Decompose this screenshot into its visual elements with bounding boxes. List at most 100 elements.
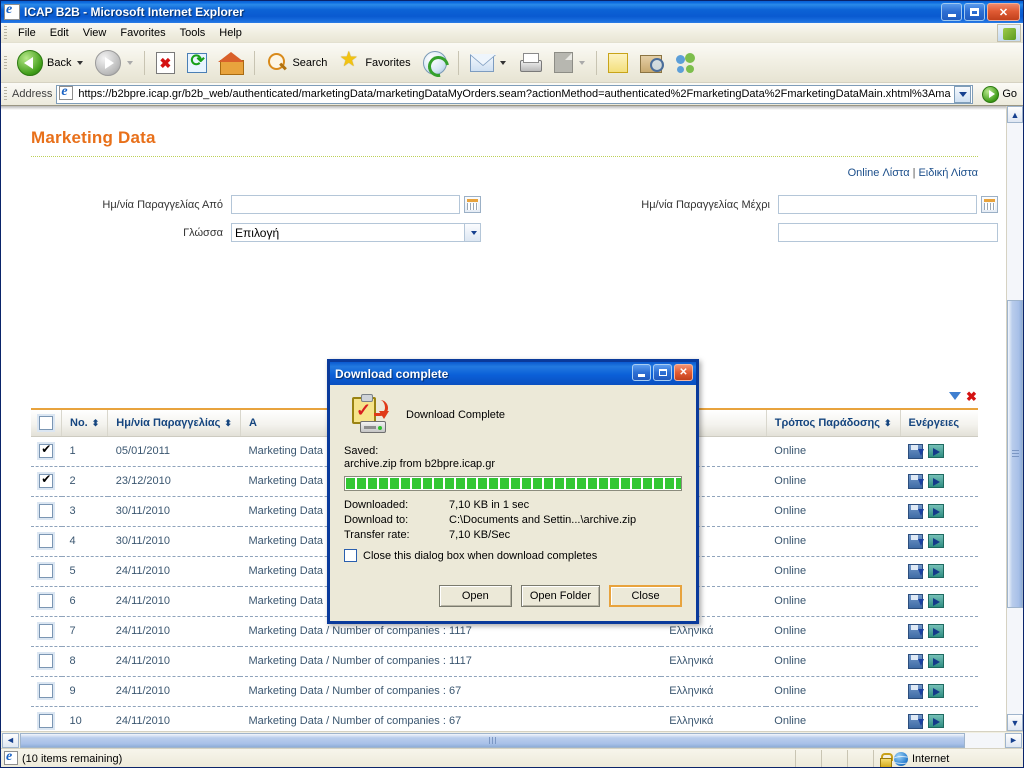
save-icon[interactable] bbox=[908, 653, 924, 669]
row-checkbox[interactable] bbox=[39, 624, 54, 638]
toolbar-grip[interactable] bbox=[4, 55, 7, 70]
row-checkbox[interactable] bbox=[39, 472, 54, 488]
header-no[interactable]: No. ⬍ bbox=[61, 410, 109, 437]
open-button[interactable]: Open bbox=[438, 585, 512, 607]
address-input-wrapper[interactable] bbox=[56, 84, 974, 104]
save-icon[interactable] bbox=[908, 533, 924, 549]
vertical-scroll-thumb[interactable] bbox=[1007, 300, 1023, 608]
research-button[interactable] bbox=[634, 47, 669, 79]
export-icon[interactable] bbox=[928, 444, 944, 458]
row-checkbox[interactable] bbox=[39, 534, 54, 548]
print-button[interactable] bbox=[512, 47, 548, 79]
row-checkbox[interactable] bbox=[39, 714, 54, 728]
menu-item-view[interactable]: View bbox=[76, 25, 114, 41]
scroll-up-button[interactable]: ▲ bbox=[1007, 106, 1023, 123]
scroll-down-button[interactable]: ▼ bbox=[1007, 714, 1023, 731]
save-icon[interactable] bbox=[908, 563, 924, 579]
filter-icon[interactable] bbox=[949, 391, 962, 404]
row-select-cell[interactable] bbox=[31, 556, 62, 587]
export-icon[interactable] bbox=[928, 504, 944, 518]
favorites-button[interactable]: Favorites bbox=[333, 47, 416, 79]
sort-icon-date[interactable]: ⬍ bbox=[224, 418, 232, 428]
row-checkbox[interactable] bbox=[39, 654, 54, 668]
export-icon[interactable] bbox=[928, 714, 944, 728]
row-checkbox[interactable] bbox=[39, 504, 54, 518]
row-checkbox[interactable] bbox=[39, 684, 54, 698]
menu-item-file[interactable]: File bbox=[11, 25, 43, 41]
save-icon[interactable] bbox=[908, 473, 924, 489]
menu-grip[interactable] bbox=[4, 25, 7, 40]
back-dropdown-icon[interactable] bbox=[77, 60, 84, 65]
save-icon[interactable] bbox=[908, 503, 924, 519]
maximize-button[interactable] bbox=[964, 3, 985, 21]
vertical-scroll-track[interactable] bbox=[1007, 123, 1023, 714]
stop-button[interactable] bbox=[150, 47, 181, 79]
export-icon[interactable] bbox=[928, 684, 944, 698]
horizontal-scroll-track[interactable] bbox=[20, 732, 1004, 748]
dialog-minimize-button[interactable] bbox=[632, 364, 651, 381]
save-icon[interactable] bbox=[908, 593, 924, 609]
export-icon[interactable] bbox=[928, 594, 944, 608]
mail-dropdown-icon[interactable] bbox=[499, 60, 506, 65]
open-folder-button[interactable]: Open Folder bbox=[520, 585, 600, 607]
address-dropdown-button[interactable] bbox=[954, 85, 972, 103]
row-select-cell[interactable] bbox=[31, 676, 62, 707]
vertical-scrollbar[interactable]: ▲ ▼ bbox=[1006, 106, 1023, 731]
export-icon[interactable] bbox=[928, 624, 944, 638]
mail-button[interactable] bbox=[464, 47, 512, 79]
export-icon[interactable] bbox=[928, 474, 944, 488]
language-select-arrow-icon[interactable] bbox=[464, 224, 480, 241]
row-select-cell[interactable] bbox=[31, 586, 62, 617]
forward-dropdown-icon[interactable] bbox=[127, 60, 134, 65]
save-icon[interactable] bbox=[908, 443, 924, 459]
row-select-cell[interactable] bbox=[31, 706, 62, 731]
row-select-cell[interactable] bbox=[31, 466, 62, 497]
close-window-button[interactable]: ✕ bbox=[987, 3, 1020, 21]
horizontal-scrollbar[interactable]: ◄ ► bbox=[1, 731, 1023, 748]
security-zone[interactable]: Internet bbox=[873, 749, 1023, 767]
edit-dropdown-icon[interactable] bbox=[578, 60, 585, 65]
extra-input[interactable] bbox=[778, 223, 998, 242]
dialog-close-button[interactable]: ✕ bbox=[674, 364, 693, 381]
menu-item-tools[interactable]: Tools bbox=[173, 25, 213, 41]
row-checkbox[interactable] bbox=[39, 594, 54, 608]
save-icon[interactable] bbox=[908, 683, 924, 699]
online-list-link[interactable]: Online Λίστα bbox=[848, 167, 910, 179]
row-select-cell[interactable] bbox=[31, 616, 62, 647]
address-input[interactable] bbox=[76, 87, 955, 101]
messenger-button[interactable] bbox=[669, 47, 705, 79]
export-icon[interactable] bbox=[928, 564, 944, 578]
go-button[interactable]: Go bbox=[978, 85, 1021, 104]
search-button[interactable]: Search bbox=[260, 47, 333, 79]
back-button[interactable]: Back bbox=[11, 47, 89, 79]
select-all-checkbox[interactable] bbox=[39, 415, 53, 430]
close-when-done-checkbox[interactable] bbox=[344, 549, 357, 562]
horizontal-scroll-thumb[interactable] bbox=[20, 732, 965, 748]
date-to-input[interactable] bbox=[778, 195, 977, 214]
clear-filter-icon[interactable]: ✖ bbox=[965, 390, 978, 404]
scroll-right-button[interactable]: ► bbox=[1005, 732, 1022, 748]
export-icon[interactable] bbox=[928, 654, 944, 668]
discuss-button[interactable] bbox=[602, 47, 634, 79]
row-select-cell[interactable] bbox=[31, 526, 62, 557]
forward-button[interactable] bbox=[89, 47, 139, 79]
menu-item-favorites[interactable]: Favorites bbox=[113, 25, 172, 41]
menu-item-help[interactable]: Help bbox=[212, 25, 249, 41]
calendar-icon-to[interactable] bbox=[981, 196, 998, 213]
menu-item-edit[interactable]: Edit bbox=[43, 25, 76, 41]
header-delivery-mode[interactable]: Τρόπος Παράδοσης ⬍ bbox=[766, 410, 901, 437]
home-button[interactable] bbox=[213, 47, 249, 79]
edit-button[interactable] bbox=[548, 47, 591, 79]
row-select-cell[interactable] bbox=[31, 496, 62, 527]
row-select-cell[interactable] bbox=[31, 646, 62, 677]
header-order-date[interactable]: Ημ/νία Παραγγελίας ⬍ bbox=[107, 410, 241, 437]
sort-icon-no[interactable]: ⬍ bbox=[92, 418, 100, 428]
language-select[interactable]: Επιλογή bbox=[231, 223, 481, 242]
address-grip[interactable] bbox=[4, 87, 7, 101]
row-checkbox[interactable] bbox=[39, 564, 54, 578]
save-icon[interactable] bbox=[908, 623, 924, 639]
refresh-button[interactable] bbox=[181, 47, 213, 79]
dialog-maximize-button[interactable] bbox=[653, 364, 672, 381]
row-checkbox[interactable] bbox=[39, 442, 54, 458]
row-select-cell[interactable] bbox=[31, 436, 62, 467]
